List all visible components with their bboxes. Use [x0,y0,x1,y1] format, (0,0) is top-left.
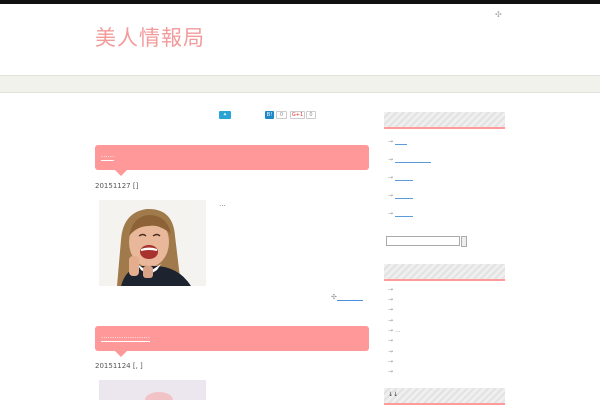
post-title-link[interactable]: ...................... [101,332,150,342]
archive-item[interactable]: → [388,317,393,324]
archive-item[interactable]: → [388,296,393,303]
google-plus-count: 0 [306,111,316,119]
search-button[interactable] [461,236,467,247]
sidebar-link[interactable]: → [388,210,414,217]
twitter-bird-icon: ✦ [222,112,228,118]
sidebar-widget-heading [384,264,505,281]
post-image [99,380,206,400]
archive-item[interactable]: → [388,286,393,293]
rss-plus-icon[interactable]: ✣ [495,10,502,19]
sidebar-link[interactable]: → [388,138,408,145]
site-header: 美人情報局 ✣ [0,4,600,75]
hatena-count: 0 [276,111,287,119]
sidebar-link[interactable]: → [388,192,414,199]
sidebar-widget-heading [384,112,505,129]
post-title-bar: ...................... [95,326,369,357]
sidebar-widget-heading: ↓↓ [384,388,505,405]
archive-item[interactable]: → [388,337,393,344]
arrow-icon: → [388,192,394,199]
sidebar-link[interactable]: → [388,174,414,181]
read-more-label [336,294,363,301]
post-excerpt: ... [219,200,226,208]
arrow-icon: → [388,210,394,217]
site-logo[interactable]: 美人情報局 [95,22,205,52]
twitter-share-button[interactable]: ✦ [219,111,231,119]
hatena-bookmark-button[interactable]: B! [265,111,274,119]
post-thumbnail[interactable] [99,200,206,286]
post-title-link[interactable]: ...... [101,151,115,161]
post-meta: 20151124 [, ] [95,362,143,370]
archive-item[interactable]: → [388,358,393,365]
archive-item[interactable]: → ... [388,327,401,334]
archive-item[interactable]: → [388,368,393,375]
arrow-icon: → [388,174,394,181]
laughing-girl-image [99,200,206,286]
read-more-link[interactable]: ✣ [331,293,363,301]
arrow-icon: → [388,156,394,163]
global-nav-bar [0,75,600,93]
search-input[interactable] [386,236,460,246]
post-thumbnail[interactable] [99,380,206,400]
google-plus-button[interactable]: G+1 [290,111,305,119]
arrow-icon: → [388,138,394,145]
archive-item[interactable]: → [388,306,393,313]
widget-heading-label: ↓↓ [388,391,399,398]
archive-item-label: ... [394,327,401,334]
post-title-bar: ...... [95,145,369,176]
sidebar-link[interactable]: → [388,156,432,163]
archive-item[interactable]: → [388,348,393,355]
post-meta: 20151127 [] [95,182,139,190]
